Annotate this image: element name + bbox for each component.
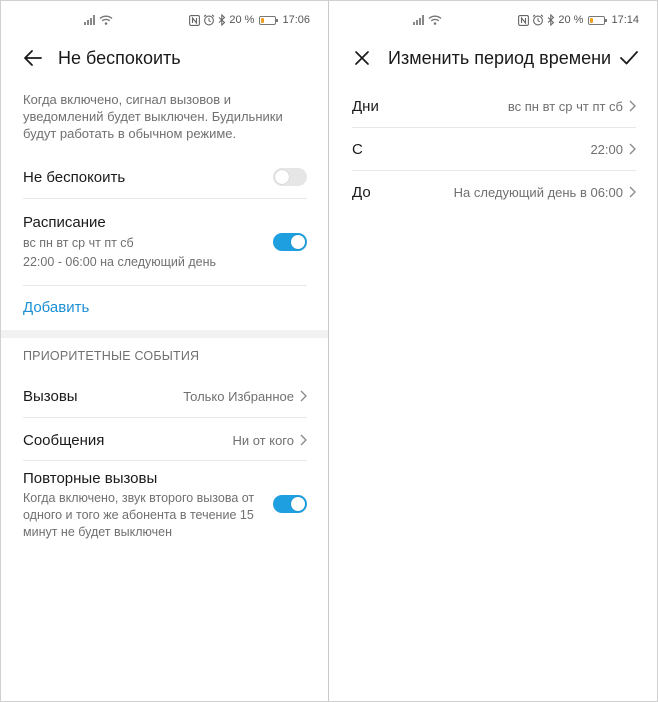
divider <box>23 198 307 199</box>
start-time-row[interactable]: С 22:00 <box>352 137 636 161</box>
close-icon[interactable] <box>350 46 374 70</box>
schedule-label: Расписание <box>23 214 106 231</box>
end-time-value: На следующий день в 06:00 <box>453 184 623 200</box>
edit-time-period-screen: 20 % 17:14 Изменить период времени Дни в… <box>329 0 658 702</box>
dnd-toggle-row[interactable]: Не беспокоить <box>23 164 307 190</box>
chevron-right-icon <box>629 100 636 112</box>
chevron-right-icon <box>629 186 636 198</box>
end-time-row[interactable]: До На следующий день в 06:00 <box>352 180 636 204</box>
status-bar: 20 % 17:14 <box>329 11 658 29</box>
divider <box>23 460 307 461</box>
divider <box>352 170 636 171</box>
days-value: вс пн вт ср чт пт сб <box>507 98 623 114</box>
messages-value: Ни от кого <box>232 432 294 448</box>
page-title: Изменить период времени <box>388 47 612 68</box>
dnd-switch[interactable] <box>273 168 307 186</box>
dnd-label: Не беспокоить <box>23 168 126 186</box>
schedule-time: 22:00 - 06:00 на следующий день <box>23 255 216 269</box>
priority-section-header: ПРИОРИТЕТНЫЕ СОБЫТИЯ <box>23 349 200 363</box>
nfc-icon <box>189 14 201 26</box>
signal-icon <box>84 15 96 25</box>
battery-percent: 20 % <box>558 14 584 26</box>
title-bar: Не беспокоить <box>0 40 329 76</box>
alarm-icon <box>204 14 215 26</box>
title-bar: Изменить период времени <box>329 40 658 76</box>
page-title: Не беспокоить <box>58 47 181 68</box>
wifi-icon <box>99 15 113 25</box>
checkmark-icon[interactable] <box>617 46 641 70</box>
messages-row[interactable]: Сообщения Ни от кого <box>23 428 307 452</box>
add-schedule-link[interactable]: Добавить <box>23 299 89 316</box>
chevron-right-icon <box>300 434 307 446</box>
chevron-right-icon <box>300 390 307 402</box>
wifi-icon <box>428 15 442 25</box>
battery-icon <box>588 15 608 25</box>
chevron-right-icon <box>629 143 636 155</box>
battery-percent: 20 % <box>229 14 255 26</box>
section-separator <box>0 330 329 338</box>
schedule-row[interactable]: Расписание вс пн вт ср чт пт сб 22:00 - … <box>23 212 307 274</box>
dnd-description: Когда включено, сигнал вызовов и уведомл… <box>23 92 283 141</box>
repeat-calls-label: Повторные вызовы <box>23 470 158 487</box>
status-bar: 20 % 17:06 <box>0 11 329 29</box>
repeat-calls-switch[interactable] <box>273 495 307 513</box>
schedule-switch[interactable] <box>273 233 307 251</box>
divider <box>23 417 307 418</box>
nfc-icon <box>518 14 530 26</box>
dnd-settings-screen: 20 % 17:06 Не беспокоить Когда включено,… <box>0 0 329 702</box>
start-time-label: С <box>352 140 363 158</box>
divider <box>23 285 307 286</box>
status-time: 17:06 <box>282 14 310 26</box>
battery-icon <box>259 15 279 25</box>
alarm-icon <box>533 14 544 26</box>
end-time-label: До <box>352 183 371 201</box>
days-label: Дни <box>352 97 379 115</box>
messages-label: Сообщения <box>23 431 105 449</box>
bluetooth-icon <box>219 14 226 26</box>
schedule-days: вс пн вт ср чт пт сб <box>23 236 134 250</box>
bluetooth-icon <box>548 14 555 26</box>
signal-icon <box>413 15 425 25</box>
calls-label: Вызовы <box>23 387 78 405</box>
start-time-value: 22:00 <box>590 141 623 157</box>
calls-row[interactable]: Вызовы Только Избранное <box>23 384 307 408</box>
arrow-left-icon[interactable] <box>21 46 45 70</box>
repeat-calls-description: Когда включено, звук второго вызова от о… <box>23 491 255 539</box>
repeat-calls-row[interactable]: Повторные вызовы Когда включено, звук вт… <box>23 468 307 544</box>
days-row[interactable]: Дни вс пн вт ср чт пт сб <box>352 94 636 118</box>
calls-value: Только Избранное <box>183 388 294 404</box>
divider <box>352 127 636 128</box>
status-time: 17:14 <box>611 14 639 26</box>
